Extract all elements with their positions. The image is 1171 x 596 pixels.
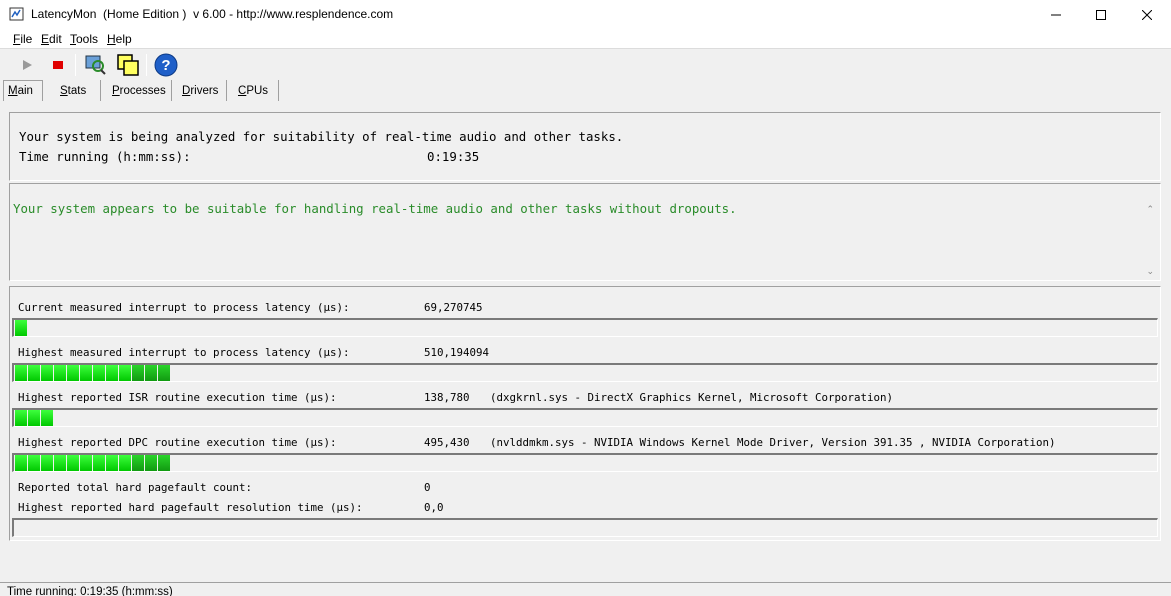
scroll-down-icon[interactable]: ⌄	[1146, 266, 1154, 277]
start-button[interactable]	[14, 52, 40, 78]
stop-button[interactable]	[45, 52, 71, 78]
meter-segment	[119, 365, 131, 381]
analysis-status-text: Your system is being analyzed for suitab…	[19, 129, 624, 144]
analyze-icon	[85, 55, 106, 75]
meter-segment	[145, 455, 157, 471]
meter-segment	[106, 365, 118, 381]
meter-segment	[28, 410, 40, 426]
highest-latency-bar	[12, 363, 1158, 382]
tab-main[interactable]: Main	[3, 80, 43, 101]
meter-segment	[41, 365, 53, 381]
current-latency-bar	[12, 318, 1158, 337]
svg-text:?: ?	[161, 57, 170, 74]
verdict-message: Your system appears to be suitable for h…	[13, 201, 737, 216]
maximize-icon	[1096, 10, 1106, 20]
menu-file[interactable]: File	[13, 32, 32, 46]
time-running-label: Time running (h:mm:ss):	[19, 149, 191, 164]
meter-segment	[93, 455, 105, 471]
pagefault-time-bar	[12, 518, 1158, 537]
menu-tools[interactable]: Tools	[70, 32, 98, 46]
pagefault-time-value: 0,0	[424, 501, 444, 514]
meter-segment	[15, 410, 27, 426]
current-latency-value: 69,270745	[424, 301, 483, 314]
meter-segment	[145, 365, 157, 381]
minimize-icon	[1051, 14, 1061, 16]
menu-help[interactable]: Help	[107, 32, 132, 46]
help-button[interactable]: ?	[153, 52, 179, 78]
isr-detail: (dxgkrnl.sys - DirectX Graphics Kernel, …	[490, 391, 894, 404]
isr-label: Highest reported ISR routine execution t…	[18, 391, 337, 404]
windows-icon	[117, 54, 139, 76]
metrics-panel: Current measured interrupt to process la…	[9, 286, 1161, 541]
tab-drivers[interactable]: Drivers	[178, 80, 227, 101]
close-icon	[1142, 10, 1152, 20]
window-title: LatencyMon (Home Edition ) v 6.00 - http…	[31, 7, 394, 21]
close-button[interactable]	[1124, 0, 1170, 30]
meter-segment	[132, 455, 144, 471]
tab-strip: Main Stats Processes Drivers C PUs	[0, 80, 1171, 102]
meter-segment	[15, 365, 27, 381]
highest-latency-label: Highest measured interrupt to process la…	[18, 346, 350, 359]
meter-segment	[15, 455, 27, 471]
meter-segment	[67, 455, 79, 471]
tab-processes[interactable]: Processes	[108, 80, 172, 101]
time-running-value: 0:19:35	[427, 149, 480, 164]
meter-segment	[28, 455, 40, 471]
meter-segment	[41, 455, 53, 471]
tab-cpus[interactable]: C PUs	[234, 80, 279, 101]
meter-segment	[15, 320, 27, 336]
current-latency-label: Current measured interrupt to process la…	[18, 301, 350, 314]
toolbar-separator	[75, 54, 76, 76]
app-icon	[9, 6, 25, 22]
meter-segment	[54, 455, 66, 471]
meter-segment	[80, 455, 92, 471]
stop-icon	[53, 61, 63, 69]
title-bar: LatencyMon (Home Edition ) v 6.00 - http…	[0, 0, 1171, 30]
meter-segment	[54, 365, 66, 381]
status-text: Time running: 0:19:35 (h:mm:ss)	[7, 586, 173, 596]
verdict-panel[interactable]: Your system appears to be suitable for h…	[9, 183, 1161, 281]
meter-segment	[67, 365, 79, 381]
analyze-button[interactable]	[82, 52, 108, 78]
meter-segment	[132, 365, 144, 381]
help-icon: ?	[154, 53, 178, 77]
menu-edit[interactable]: Edit	[41, 32, 62, 46]
minimize-button[interactable]	[1033, 0, 1079, 30]
meter-segment	[158, 365, 170, 381]
maximize-button[interactable]	[1078, 0, 1124, 30]
pagefault-count-value: 0	[424, 481, 431, 494]
dpc-value: 495,430	[424, 436, 470, 449]
meter-segment	[119, 455, 131, 471]
menu-bar: File Edit Tools Help	[0, 30, 1171, 49]
meter-segment	[158, 455, 170, 471]
dpc-detail: (nvlddmkm.sys - NVIDIA Windows Kernel Mo…	[490, 436, 1056, 449]
toolbar-separator	[146, 54, 147, 76]
meter-segment	[80, 365, 92, 381]
windows-button[interactable]	[115, 52, 141, 78]
pagefault-time-label: Highest reported hard pagefault resoluti…	[18, 501, 363, 514]
play-icon	[23, 60, 32, 70]
isr-bar	[12, 408, 1158, 427]
summary-panel: Your system is being analyzed for suitab…	[9, 112, 1161, 181]
meter-segment	[28, 365, 40, 381]
tab-stats[interactable]: Stats	[54, 80, 101, 101]
status-bar: Time running: 0:19:35 (h:mm:ss)	[0, 582, 1171, 596]
toolbar: ?	[0, 50, 1171, 80]
highest-latency-value: 510,194094	[424, 346, 490, 359]
scroll-up-icon[interactable]: ⌃	[1146, 204, 1154, 215]
dpc-bar	[12, 453, 1158, 472]
isr-value: 138,780	[424, 391, 470, 404]
meter-segment	[106, 455, 118, 471]
dpc-label: Highest reported DPC routine execution t…	[18, 436, 337, 449]
pagefault-count-label: Reported total hard pagefault count:	[18, 481, 253, 494]
meter-segment	[93, 365, 105, 381]
meter-segment	[41, 410, 53, 426]
